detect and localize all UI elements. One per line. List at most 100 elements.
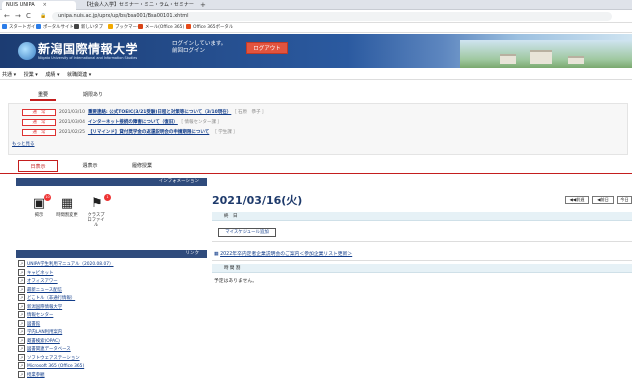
list-item[interactable]: 図書館 [18,320,208,329]
tab-label: NUIS UNIPA [6,2,35,8]
building-shape [568,56,584,64]
shortcut-label: 掲示 [34,213,44,218]
address-bar: ← → C 🔒 unipa.nuis.ac.jp/uprx/up/bs/bsa0… [0,10,632,23]
tab-week-view[interactable]: 週表示 [72,160,108,172]
list-item[interactable]: UNIPA学生利用マニュアル（2020.08.07） [18,260,208,269]
notice-item: 通 常 2021/03/04 インターネット接続の障害について（復旧） ［ 情報センタ… [22,119,222,126]
list-item[interactable]: Microsoft 365 (Office 365) [18,362,208,371]
last-login-line: 前回ログイン [172,48,206,54]
notice-title-link[interactable]: インターネット接続の障害について（復旧） [88,120,178,125]
all-day-section-header: 終 日 [212,212,632,221]
tab-deadline[interactable]: 期限あり [78,89,108,101]
prev-week-button[interactable]: ◀◀前週 [565,196,589,204]
divider [0,173,632,174]
prev-day-button[interactable]: ◀前日 [592,196,614,204]
tab-enrolled-classes[interactable]: 履修授業 [122,160,162,172]
notice-date: 2021/03/04 [59,120,85,125]
bookmark-portal[interactable]: ポータルサイト [36,23,74,33]
bookmark-office[interactable]: Office 365ポータル [186,23,233,33]
new-tab-icon[interactable]: + [200,1,206,9]
university-name-en: Niigata University of International and … [38,56,138,60]
notification-count-badge: 1 [104,194,111,201]
notice-badge: 通 常 [22,129,56,136]
list-item[interactable]: キャビネット [18,269,208,278]
university-logo-icon[interactable] [18,42,36,60]
schedule-item-title: 2022年卒内定者企業説明会のご案内＜参加企業リスト更新＞ [220,252,353,257]
browser-tab-bar: NUIS UNIPA × 【社会人入学】セミナー・ミニ・ラム・セミナー× + [0,0,632,10]
list-item[interactable]: 学内LAN利用案内 [18,328,208,337]
close-icon[interactable]: × [43,2,47,8]
information-header: インフォメーション [16,178,207,186]
url-input[interactable]: unipa.nuis.ac.jp/uprx/up/bs/bsa001/Bsa00… [52,12,612,21]
notice-source: ［ 学生課 ］ [212,130,238,135]
links-header: リンク [16,250,207,258]
menu-career[interactable]: 就職関連 ▾ [67,72,91,78]
list-item[interactable]: ソフトウェアステーション [18,354,208,363]
building-shape [530,50,552,64]
list-item[interactable]: どこトル（非通行情報） [18,294,208,303]
lock-icon: 🔒 [40,13,47,19]
login-status-line: ログインしています。 [172,41,227,47]
bookmark-label: ポータルサイト [43,25,74,30]
logout-button[interactable]: ログアウト [246,42,288,54]
class-profile-icon: ⚑ [91,196,103,211]
campus-image [460,40,632,68]
notice-source: ［ 石原 恭子 ］ [234,110,267,115]
tab-important[interactable]: 重要 [30,89,56,101]
reload-icon[interactable]: C [26,11,31,22]
browser-tab-unipa[interactable]: NUIS UNIPA × [2,1,76,10]
bookmark-start-guide[interactable]: スタートガイド [2,23,40,33]
notice-title-link[interactable]: 重要連絡: 公式TOEIC(3/21受験)日程と対策等について（3/10現在） [88,110,231,115]
timetable-section-header: 時 間 割 [212,264,632,273]
schedule-item-link[interactable]: ▦ 2022年卒内定者企業説明会のご案内＜参加企業リスト更新＞ [214,251,352,258]
notice-item: 通 常 2021/03/10 重要連絡: 公式TOEIC(3/21受験)日程と対策等… [22,109,266,116]
notice-date: 2021/03/10 [59,110,85,115]
notice-badge: 通 常 [22,119,56,126]
bookmark-icon [74,24,79,29]
menu-common[interactable]: 共通 ▾ [2,72,16,78]
shortcut-label: 時間割変更 [56,213,78,218]
back-icon[interactable]: ← [4,11,10,22]
mail-icon [138,24,143,29]
tab-day-view[interactable]: 日表示 [18,160,58,172]
no-schedule-text: 予定はありません。 [214,279,258,284]
more-link[interactable]: もっと見る [12,141,35,147]
notice-item: 通 常 2021/02/25 【リマインド】貸付奨学金の返還説明会の申請期限について… [22,129,238,136]
today-button[interactable]: 今日 [617,196,632,204]
list-item[interactable]: 授業参観 [18,371,208,380]
divider [212,241,632,242]
timetable-change-shortcut[interactable]: ▦ 時間割変更 [54,196,80,219]
add-my-schedule-button[interactable]: マイスケジュール追加 [218,228,276,237]
bookmark-label: Office 365ポータル [193,25,234,30]
notice-source: ［ 情報センター課 ］ [180,120,222,125]
browser-tab-seminar[interactable]: 【社会人入学】セミナー・ミニ・ラム・セミナー× [80,1,196,10]
timetable-icon: ▦ [60,196,74,211]
bookmark-icon [36,24,41,29]
main-menu: 共通 ▾ 授業 ▾ 成績 ▾ 就職関連 ▾ [0,70,632,80]
bookmarks-bar: スタートガイド ポータルサイト 新しいタブ ブックマーク メール(Office … [0,23,632,33]
notice-date: 2021/02/25 [59,130,85,135]
list-item[interactable]: 新潟国際情報大学 [18,303,208,312]
list-item[interactable]: オフィスアワー [18,277,208,286]
list-item[interactable]: 図書関連データベース [18,345,208,354]
current-date-title: 2021/03/16(火) [212,194,303,207]
notice-title-link[interactable]: 【リマインド】貸付奨学金の返還説明会の申請期限について [88,130,209,135]
folder-icon [108,24,113,29]
bookmark-folder[interactable]: ブックマーク [108,23,141,33]
forward-icon[interactable]: → [15,11,21,22]
notice-badge: 通 常 [22,109,56,116]
list-item[interactable]: 最新ニュース配信 [18,286,208,295]
menu-grades[interactable]: 成績 ▾ [45,72,59,78]
menu-classes[interactable]: 授業 ▾ [24,72,38,78]
class-profile-shortcut[interactable]: ⚑ クラスプロファイル [86,196,108,229]
office-icon [186,24,191,29]
bookmark-mail[interactable]: メール(Office 365) [138,23,184,33]
bookmark-new-tab[interactable]: 新しいタブ [74,23,103,33]
list-item[interactable]: 情報センター [18,311,208,320]
bookmark-label: メール(Office 365) [145,25,185,30]
link-list: UNIPA学生利用マニュアル（2020.08.07） キャビネット オフィスアワ… [18,260,208,379]
list-item[interactable]: 蔵書検索(OPAC) [18,337,208,346]
bookmark-label: 新しいタブ [81,25,103,30]
shortcut-label: クラスプロファイル [87,213,105,228]
university-name[interactable]: 新潟国際情報大学 [38,40,138,57]
